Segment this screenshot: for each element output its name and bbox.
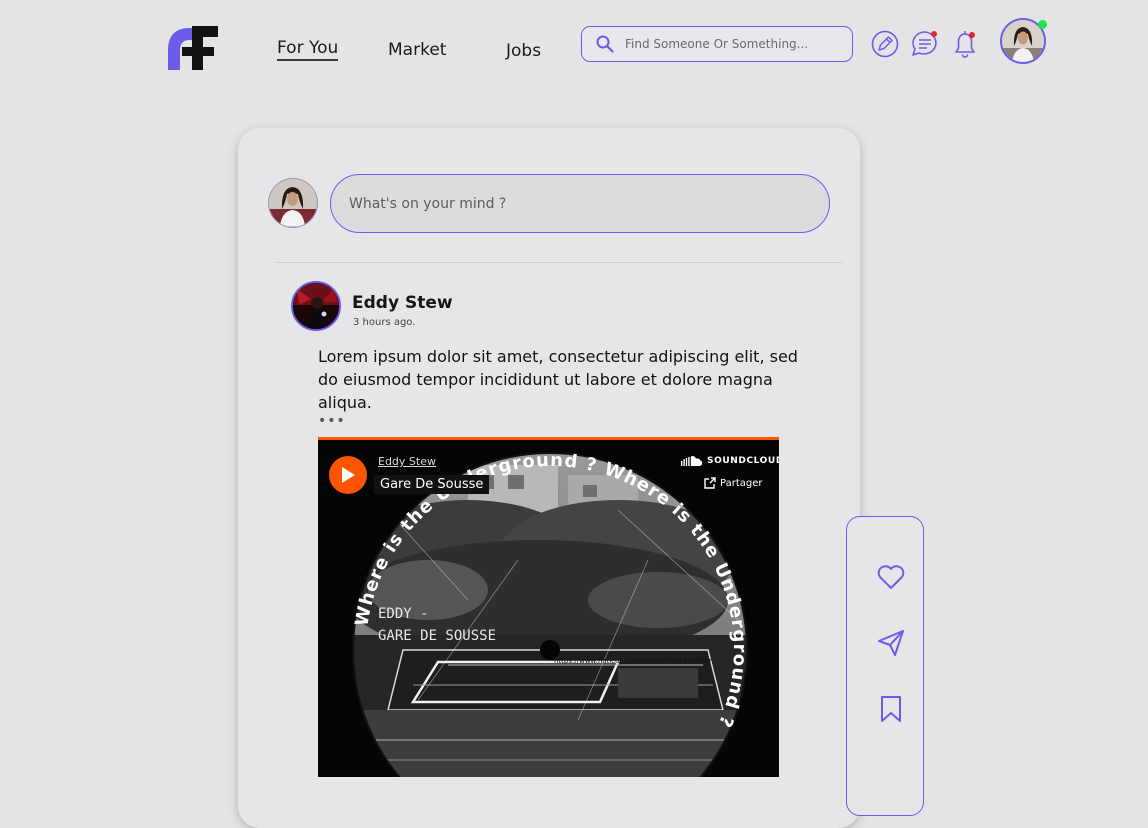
track-title[interactable]: Gare De Sousse — [374, 475, 490, 494]
post-timestamp: 3 hours ago. — [353, 317, 416, 328]
more-options-icon[interactable]: ••• — [318, 413, 346, 429]
author-name[interactable]: Eddy Stew — [352, 293, 453, 313]
bell-icon[interactable] — [950, 28, 980, 60]
artwork-url: https://www.flaticon.com/uicons?word=sli… — [554, 657, 712, 665]
heart-icon[interactable] — [875, 561, 907, 593]
bookmark-icon[interactable] — [875, 693, 907, 725]
nav-jobs[interactable]: Jobs — [506, 41, 541, 61]
soundcloud-logo[interactable]: SOUNDCLOUD — [681, 455, 779, 466]
nav-market[interactable]: Market — [388, 40, 446, 60]
composer-input[interactable] — [347, 194, 811, 213]
soundcloud-embed[interactable]: Where is the Underground ? Where is the … — [318, 437, 779, 777]
post-composer[interactable] — [330, 174, 830, 233]
play-icon — [342, 467, 355, 483]
chat-icon[interactable] — [910, 28, 940, 60]
soundcloud-brand-text: SOUNDCLOUD — [707, 455, 779, 466]
online-status-dot — [1038, 20, 1047, 29]
share-button[interactable]: Partager — [704, 477, 762, 489]
soundcloud-icon — [681, 456, 703, 466]
search-bar[interactable] — [581, 26, 853, 62]
search-icon — [596, 35, 614, 53]
track-user-link[interactable]: Eddy Stew — [378, 455, 436, 468]
post-body: Lorem ipsum dolor sit amet, consectetur … — [318, 347, 798, 412]
divider — [276, 262, 843, 263]
app-logo[interactable] — [168, 26, 220, 70]
share-icon — [704, 477, 716, 489]
play-button[interactable] — [329, 456, 367, 494]
edit-icon[interactable] — [870, 28, 900, 60]
share-label: Partager — [720, 477, 763, 489]
search-input[interactable] — [623, 36, 842, 52]
nav-for-you[interactable]: For You — [277, 38, 339, 61]
composer-avatar — [268, 178, 318, 228]
send-icon[interactable] — [875, 627, 907, 659]
artwork-title-2: GARE DE SOUSSE — [378, 628, 496, 644]
post-actions-bar — [846, 516, 924, 816]
author-avatar[interactable] — [291, 281, 341, 331]
artwork-title-1: EDDY - — [378, 606, 429, 622]
